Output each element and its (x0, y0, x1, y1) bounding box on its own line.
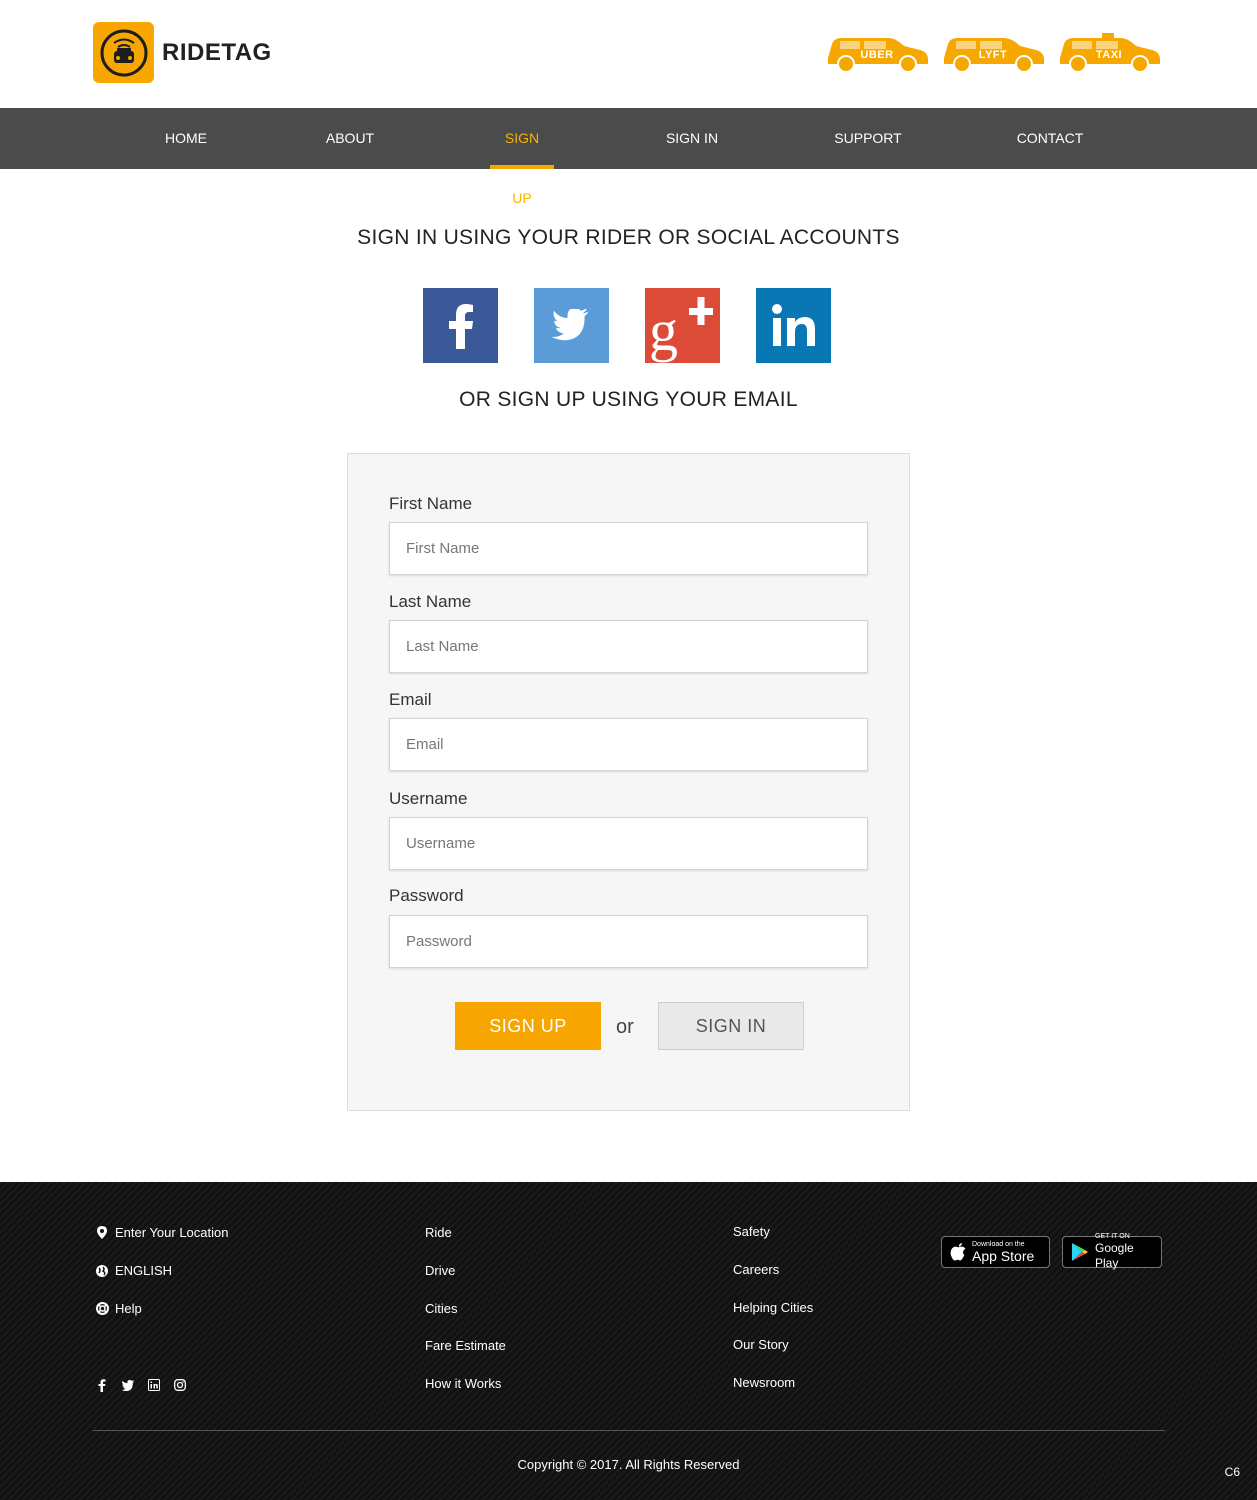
car-label: LYFT (978, 49, 1008, 61)
or-separator: or (616, 1016, 634, 1038)
social-buttons: g (423, 288, 831, 363)
nav-support[interactable]: SUPPORT (818, 108, 918, 169)
nav-sign-up[interactable]: SIGN UP (490, 108, 554, 206)
email-field[interactable] (389, 718, 868, 771)
main-nav: HOME ABOUT SIGN UP SIGN IN SUPPORT CONTA… (0, 108, 1257, 206)
first-name-label: First Name (389, 494, 473, 513)
lyft-car-icon[interactable]: LYFT (940, 30, 1046, 74)
password-label: Password (389, 886, 464, 905)
car-label: UBER (860, 49, 894, 61)
car-service-list: UBER LYFT TAXI (824, 30, 1162, 74)
google-play-big-text: Google Play (1095, 1241, 1134, 1270)
facebook-icon[interactable] (423, 288, 498, 363)
email-label: Email (389, 690, 432, 709)
sign-up-button[interactable]: SIGN UP (455, 1002, 601, 1050)
lifebuoy-icon (95, 1302, 109, 1316)
footer-social-links (95, 1378, 187, 1392)
last-name-field[interactable] (389, 620, 868, 673)
footer-help-link[interactable]: Help (95, 1301, 142, 1316)
uber-car-icon[interactable]: UBER (824, 30, 930, 74)
car-label: TAXI (1095, 49, 1123, 61)
nav-contact[interactable]: CONTACT (1004, 108, 1096, 169)
globe-icon (95, 1264, 109, 1278)
footer-divider (93, 1430, 1165, 1431)
footer-location-text: Enter Your Location (115, 1225, 229, 1240)
app-store-big-text: App Store (972, 1247, 1035, 1264)
sign-in-button[interactable]: SIGN IN (658, 1002, 804, 1050)
nav-sign-in[interactable]: SIGN IN (646, 108, 738, 169)
instagram-small-icon[interactable] (173, 1378, 187, 1392)
nav-home[interactable]: HOME (140, 108, 232, 169)
first-name-field[interactable] (389, 522, 868, 575)
facebook-small-icon[interactable] (95, 1378, 109, 1392)
google-plus-icon[interactable]: g (645, 288, 720, 363)
corner-label: C6 (1224, 1465, 1240, 1479)
username-label: Username (389, 789, 468, 808)
footer-link-ride[interactable]: Ride (425, 1225, 452, 1240)
logo[interactable]: RIDETAG (93, 22, 272, 83)
linkedin-small-icon[interactable] (147, 1378, 161, 1392)
social-signin-heading: SIGN IN USING YOUR RIDER OR SOCIAL ACCOU… (357, 226, 900, 249)
apple-icon (950, 1242, 966, 1262)
footer-location-link[interactable]: Enter Your Location (95, 1225, 228, 1240)
footer-link-careers[interactable]: Careers (733, 1262, 779, 1277)
linkedin-icon[interactable] (756, 288, 831, 363)
footer-link-how-it-works[interactable]: How it Works (425, 1376, 501, 1391)
email-signup-heading: OR SIGN UP USING YOUR EMAIL (459, 388, 798, 411)
last-name-label: Last Name (389, 592, 472, 611)
google-play-icon (1071, 1242, 1089, 1262)
google-play-small-text: GET IT ON (1095, 1233, 1130, 1240)
footer-link-drive[interactable]: Drive (425, 1263, 455, 1278)
signup-form: First Name Last Name Email Username Pass… (347, 453, 910, 1111)
brand-name: RIDETAG (162, 38, 272, 66)
svg-text:g: g (649, 298, 678, 363)
footer-link-fare-estimate[interactable]: Fare Estimate (425, 1338, 506, 1353)
footer-link-newsroom[interactable]: Newsroom (733, 1375, 795, 1390)
nav-about[interactable]: ABOUT (304, 108, 396, 169)
footer-link-safety[interactable]: Safety (733, 1224, 770, 1239)
footer-link-helping-cities[interactable]: Helping Cities (733, 1300, 813, 1315)
google-play-badge[interactable]: GET IT ON Google Play (1062, 1233, 1162, 1270)
footer: Enter Your Location ENGLISH Help Ride Dr… (0, 1182, 1257, 1500)
footer-language-link[interactable]: ENGLISH (95, 1263, 172, 1278)
taxi-car-icon[interactable]: TAXI (1056, 30, 1162, 74)
copyright-text: Copyright © 2017. All Rights Reserved (517, 1457, 740, 1472)
twitter-icon[interactable] (534, 288, 609, 363)
taxi-logo-icon (93, 22, 154, 83)
header: RIDETAG UBER LYFT TAXI (0, 0, 1257, 108)
footer-help-text: Help (115, 1301, 142, 1316)
password-field[interactable] (389, 915, 868, 968)
footer-link-our-story[interactable]: Our Story (733, 1337, 789, 1352)
footer-link-cities[interactable]: Cities (425, 1301, 458, 1316)
twitter-small-icon[interactable] (121, 1378, 135, 1392)
app-store-badge[interactable]: Download on the App Store (941, 1236, 1050, 1268)
footer-language-text: ENGLISH (115, 1263, 173, 1278)
map-pin-icon (95, 1226, 109, 1240)
username-field[interactable] (389, 817, 868, 870)
